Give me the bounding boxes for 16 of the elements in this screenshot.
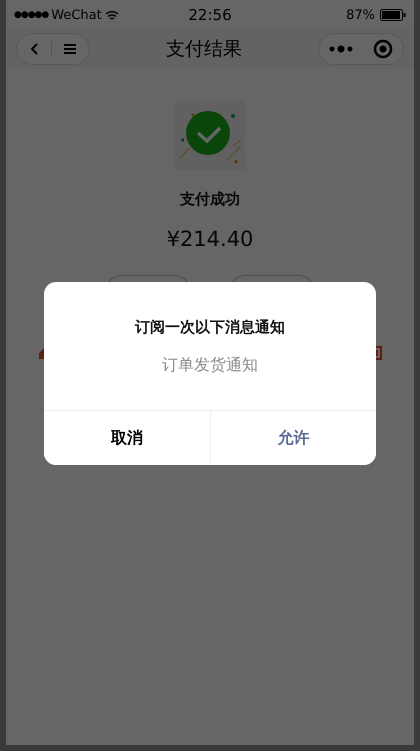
- battery-icon: [380, 9, 406, 21]
- close-icon[interactable]: [373, 39, 393, 59]
- page-title: 支付结果: [166, 37, 242, 62]
- signal-dots: ●●●●●: [14, 10, 48, 20]
- carrier-name: WeChat: [51, 8, 102, 22]
- menu-icon[interactable]: [64, 44, 76, 54]
- wifi-icon: [104, 10, 119, 20]
- paid-amount: ¥214.40: [166, 227, 254, 251]
- dialog-title: 订阅一次以下消息通知: [134, 318, 286, 337]
- battery-percent: 87%: [346, 8, 376, 22]
- allow-button[interactable]: 允许: [210, 411, 376, 465]
- clock-time: 22:56: [187, 6, 233, 24]
- back-icon[interactable]: [31, 43, 39, 55]
- more-icon[interactable]: [329, 45, 353, 53]
- result-title: 支付成功: [180, 190, 240, 209]
- notification-name: 订单发货通知: [161, 355, 259, 376]
